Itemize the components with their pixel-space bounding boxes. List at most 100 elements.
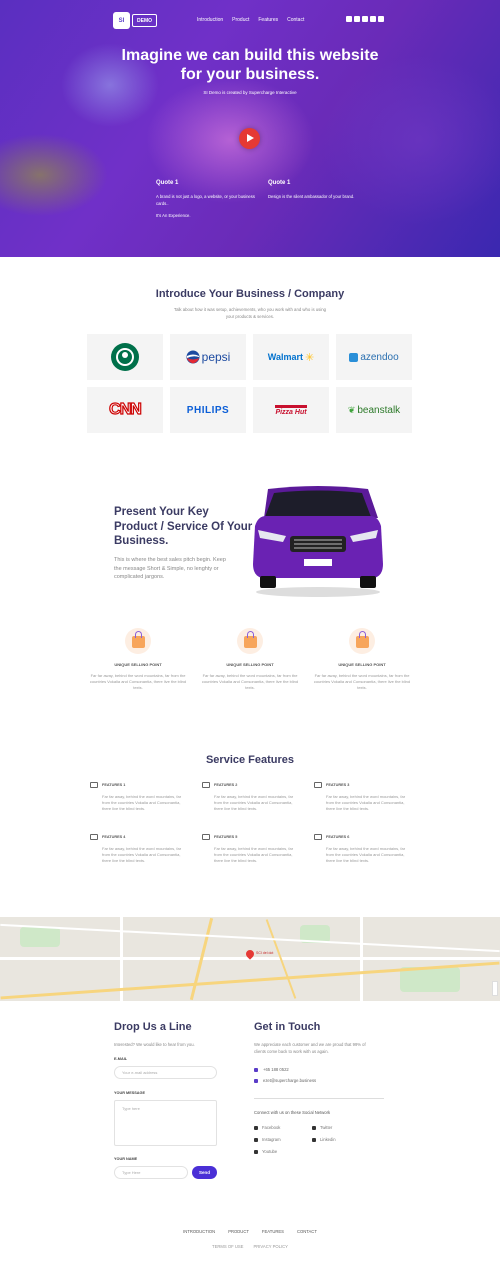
instagram-icon <box>254 1137 258 1142</box>
footer-link-features[interactable]: FEATURES <box>262 1229 284 1234</box>
twitter-icon <box>312 1125 316 1130</box>
map-park <box>20 927 60 947</box>
brand-name: azendoo <box>360 351 399 363</box>
brand-name: beanstalk <box>357 404 401 416</box>
hero-title: Imagine we can build this website for yo… <box>121 47 379 83</box>
shopping-bag-icon <box>125 628 151 654</box>
terms-link[interactable]: TERMS OF USE <box>212 1244 243 1249</box>
mail-icon <box>254 1078 258 1083</box>
email-field[interactable]: Your e-mail address <box>114 1066 217 1079</box>
feature-icon <box>90 782 98 788</box>
social-title: Connect with us on these Social Network <box>254 1110 331 1115</box>
send-button[interactable]: Send <box>192 1166 217 1179</box>
social-label: Youtube <box>262 1149 278 1154</box>
shopping-bag-icon <box>237 628 263 654</box>
footer-link-introduction[interactable]: INTRODUCTION <box>183 1229 215 1234</box>
twitter-icon[interactable] <box>346 16 352 22</box>
nav-contact[interactable]: Contact <box>287 17 304 23</box>
social-instagram[interactable]: Instagram <box>254 1137 281 1142</box>
header-socials <box>346 16 384 22</box>
nav-product[interactable]: Product <box>232 17 249 23</box>
feature-icon <box>314 782 322 788</box>
contact-desc: We appreciate each customer and we are p… <box>254 1042 366 1054</box>
brand-pizzahut: Pizza Hut <box>253 387 329 433</box>
usp-item: UNIQUE SELLING POINT Far far away, behin… <box>200 628 300 692</box>
feature-item: FEATURES 5 Far far away, behind the word … <box>202 834 302 865</box>
email-label: E-MAIL <box>114 1057 128 1061</box>
quote-title: Quote 1 <box>268 180 291 186</box>
hero-subtitle: SI Demo is created by Supercharge Intera… <box>203 90 297 95</box>
footer-legal: TERMS OF USE PRIVACY POLICY <box>0 1244 500 1249</box>
quote-block: Quote 1 A brand is not just a logo, a we… <box>156 180 256 219</box>
instagram-icon[interactable] <box>362 16 368 22</box>
phone-number[interactable]: +65 188 0522 <box>263 1067 289 1072</box>
shopping-bag-icon <box>349 628 375 654</box>
linkedin-icon[interactable] <box>370 16 376 22</box>
quote-block: Quote 1 Design is the silent ambassador … <box>268 180 378 200</box>
social-twitter[interactable]: Twitter <box>312 1125 332 1130</box>
linkedin-icon <box>312 1137 316 1142</box>
azendoo-icon <box>349 352 359 362</box>
message-textarea[interactable]: Type here <box>114 1100 217 1146</box>
top-nav: Introduction Product Features Contact <box>197 17 304 23</box>
name-field[interactable]: Type Here <box>114 1166 188 1179</box>
feature-icon <box>314 834 322 840</box>
present-desc: This is where the best sales pitch begin… <box>114 557 226 580</box>
nav-features[interactable]: Features <box>258 17 278 23</box>
car-image <box>253 486 383 597</box>
logo-word: DEMO <box>132 14 157 27</box>
beanstalk-leaf-icon: ❦ <box>347 404 356 415</box>
phone-icon <box>254 1067 258 1072</box>
facebook-icon <box>254 1125 258 1130</box>
map-pin-label: SCI del dot <box>256 951 274 955</box>
feature-title: FEATURES 6 <box>326 835 350 839</box>
social-linkedin[interactable]: Linkedin <box>312 1137 336 1142</box>
youtube-icon[interactable] <box>378 16 384 22</box>
feature-title: FEATURES 2 <box>214 783 238 787</box>
footer-link-product[interactable]: PRODUCT <box>228 1229 249 1234</box>
feature-icon <box>202 782 210 788</box>
walmart-spark-icon: ✳ <box>304 351 315 364</box>
play-video-button[interactable] <box>239 128 260 149</box>
map-zoom-control[interactable] <box>492 981 498 996</box>
form-intro: Interested? We would like to hear from y… <box>114 1042 195 1047</box>
email-placeholder: Your e-mail address <box>122 1070 158 1075</box>
feature-icon <box>202 834 210 840</box>
message-placeholder: Type here <box>122 1106 140 1111</box>
usp-item: UNIQUE SELLING POINT Far far away, behin… <box>88 628 188 692</box>
feature-text: Far far away, behind the word mountains,… <box>214 846 294 864</box>
facebook-icon[interactable] <box>354 16 360 22</box>
name-placeholder: Type Here <box>122 1170 141 1175</box>
privacy-link[interactable]: PRIVACY POLICY <box>253 1244 288 1249</box>
usp-text: Far far away, behind the word mountains,… <box>313 673 411 691</box>
feature-title: FEATURES 3 <box>326 783 350 787</box>
feature-text: Far far away, behind the word mountains,… <box>102 846 182 864</box>
usp-text: Far far away, behind the word mountains,… <box>89 673 187 691</box>
features-title: Service Features <box>205 754 295 766</box>
name-label: YOUR NAME <box>114 1157 138 1161</box>
brand-beanstalk: ❦ beanstalk <box>336 387 412 433</box>
nav-introduction[interactable]: Introduction <box>197 17 223 23</box>
feature-icon <box>90 834 98 840</box>
starbucks-logo <box>111 343 139 371</box>
site-logo[interactable]: SI DEMO <box>113 12 157 29</box>
social-label: Facebook <box>262 1125 281 1130</box>
quote-text: Design is the silent ambassador of your … <box>268 194 355 199</box>
footer-link-contact[interactable]: CONTACT <box>297 1229 317 1234</box>
feature-item: FEATURES 2 Far far away, behind the word … <box>202 782 302 813</box>
brand-name: Walmart <box>267 352 303 362</box>
youtube-icon <box>254 1149 258 1154</box>
map-road <box>0 923 500 953</box>
usp-item: UNIQUE SELLING POINT Far far away, behin… <box>312 628 412 692</box>
brand-philips: PHILIPS <box>170 387 246 433</box>
social-facebook[interactable]: Facebook <box>254 1125 280 1130</box>
social-youtube[interactable]: Youtube <box>254 1149 277 1154</box>
feature-item: FEATURES 4 Far far away, behind the word … <box>90 834 190 865</box>
phone-row: +65 188 0522 <box>254 1067 289 1072</box>
brand-name: CNN <box>109 400 143 418</box>
email-address[interactable]: ezet@supercharge.business <box>263 1078 316 1083</box>
feature-text: Far far away, behind the word mountains,… <box>214 794 294 812</box>
pepsi-logo <box>186 350 200 364</box>
brand-name: Pizza Hut <box>275 404 307 416</box>
intro-title: Introduce Your Business / Company <box>155 288 345 300</box>
